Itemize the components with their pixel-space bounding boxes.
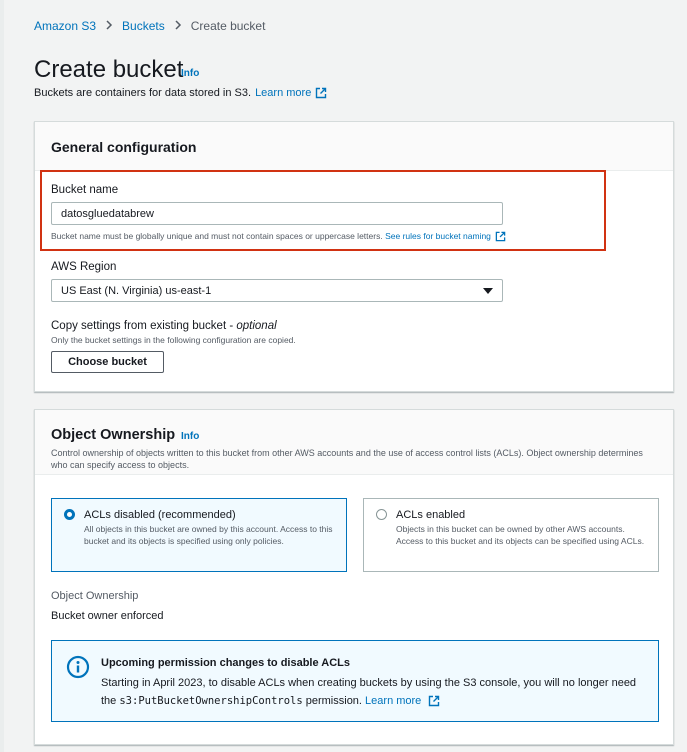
breadcrumb-buckets[interactable]: Buckets xyxy=(122,19,165,33)
acls-enabled-description: Objects in this bucket can be owned by o… xyxy=(396,524,645,546)
acl-permission-alert: Upcoming permission changes to disable A… xyxy=(51,640,659,722)
alert-learn-more-link[interactable]: Learn more xyxy=(365,695,421,707)
bucket-rules-link[interactable]: See rules for bucket naming xyxy=(385,231,491,241)
object-ownership-header: Object Ownership Info Control ownership … xyxy=(35,410,673,475)
alert-body-suffix: permission. xyxy=(302,695,362,707)
aws-region-select[interactable]: US East (N. Virginia) us-east-1 xyxy=(51,279,503,302)
external-link-icon[interactable] xyxy=(315,87,327,99)
object-ownership-description: Control ownership of objects written to … xyxy=(51,448,643,470)
alert-title: Upcoming permission changes to disable A… xyxy=(101,657,350,669)
copy-settings-hint: Only the bucket settings in the followin… xyxy=(51,335,296,345)
page-title: Create bucket xyxy=(34,56,184,83)
info-circle-icon xyxy=(66,655,90,679)
page-description: Buckets are containers for data stored i… xyxy=(34,87,327,99)
breadcrumb: Amazon S3 Buckets Create bucket xyxy=(34,18,265,33)
caret-down-icon xyxy=(483,288,493,294)
chevron-right-icon xyxy=(105,18,113,33)
page-info-link[interactable]: Info xyxy=(181,68,199,79)
external-link-icon[interactable] xyxy=(428,695,440,707)
breadcrumb-create-bucket: Create bucket xyxy=(190,18,266,33)
general-configuration-title: General configuration xyxy=(51,139,197,155)
copy-settings-text: Copy settings from existing bucket - xyxy=(51,320,237,332)
acls-disabled-description: All objects in this bucket are owned by … xyxy=(84,524,333,546)
learn-more-link[interactable]: Learn more xyxy=(255,87,311,99)
bucket-name-hint-text: Bucket name must be globally unique and … xyxy=(51,231,383,241)
aws-region-label: AWS Region xyxy=(51,261,117,273)
alert-body: Starting in April 2023, to disable ACLs … xyxy=(101,674,641,710)
alert-permission-code: s3:PutBucketOwnershipControls xyxy=(119,695,303,707)
object-ownership-value: Bucket owner enforced xyxy=(51,610,164,622)
acls-enabled-title: ACLs enabled xyxy=(396,509,466,521)
external-link-icon[interactable] xyxy=(495,231,506,242)
bucket-name-input[interactable]: datosgluedatabrew xyxy=(51,202,503,225)
acls-enabled-option[interactable]: ACLs enabled Objects in this bucket can … xyxy=(363,498,659,572)
object-ownership-panel: Object Ownership Info Control ownership … xyxy=(34,409,674,745)
acls-disabled-title: ACLs disabled (recommended) xyxy=(84,509,236,521)
bucket-name-hint: Bucket name must be globally unique and … xyxy=(51,231,506,242)
general-configuration-panel: General configuration Bucket name datosg… xyxy=(34,121,674,392)
object-ownership-label: Object Ownership xyxy=(51,590,139,602)
bucket-name-label: Bucket name xyxy=(51,184,119,196)
copy-settings-optional: optional xyxy=(236,320,277,332)
acls-enabled-radio[interactable] xyxy=(376,509,387,520)
object-ownership-title: Object Ownership xyxy=(51,427,176,443)
aws-region-value: US East (N. Virginia) us-east-1 xyxy=(61,285,212,297)
acls-disabled-option[interactable]: ACLs disabled (recommended) All objects … xyxy=(51,498,347,572)
general-configuration-header: General configuration xyxy=(35,122,673,171)
page-description-text: Buckets are containers for data stored i… xyxy=(34,87,252,99)
breadcrumb-amazon-s3[interactable]: Amazon S3 xyxy=(34,19,96,33)
copy-settings-label: Copy settings from existing bucket - opt… xyxy=(51,320,277,332)
chevron-right-icon xyxy=(174,18,182,33)
object-ownership-info-link[interactable]: Info xyxy=(181,431,199,442)
acls-disabled-radio[interactable] xyxy=(64,509,75,520)
choose-bucket-button[interactable]: Choose bucket xyxy=(51,351,164,373)
left-edge xyxy=(0,0,4,752)
